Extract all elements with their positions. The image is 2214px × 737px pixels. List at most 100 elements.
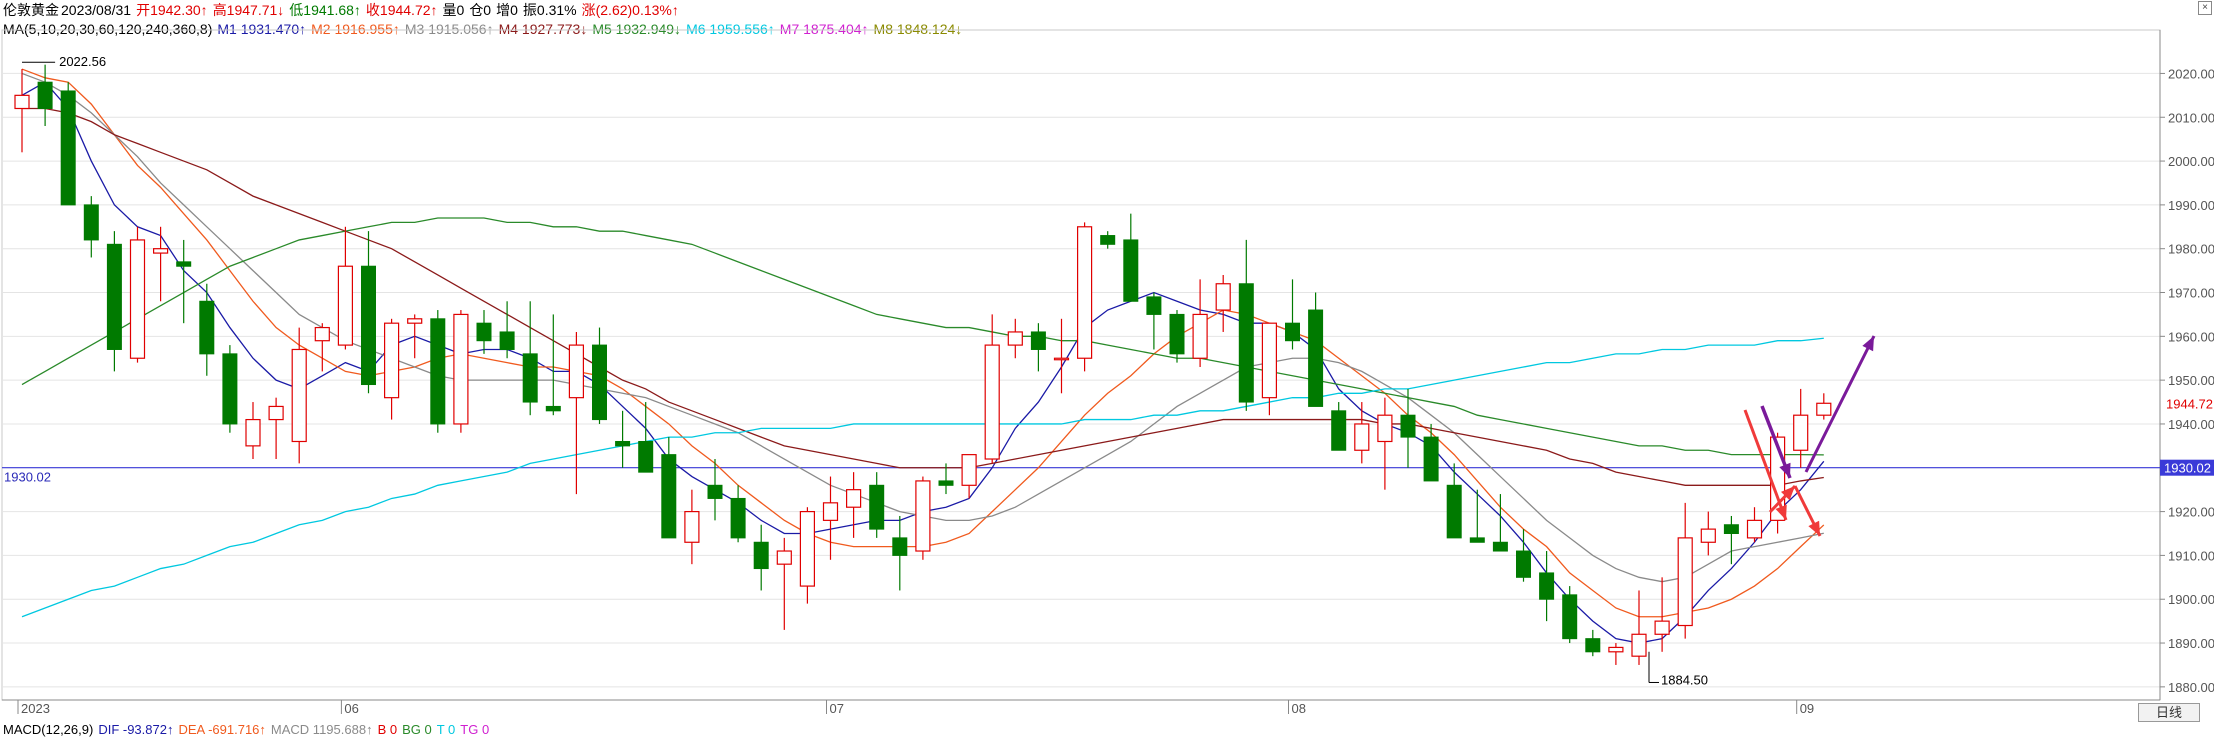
- y-tick-label-6: 1940.00: [2168, 417, 2214, 432]
- candle-body-62: [1446, 484, 1462, 539]
- candle-body-78: [1816, 402, 1832, 416]
- candle-body-45: [1053, 357, 1070, 361]
- candle-body-68: [1585, 638, 1601, 653]
- candle-body-71: [1654, 620, 1670, 635]
- candle-body-74: [1723, 524, 1739, 534]
- candle-body-43: [1007, 331, 1023, 346]
- candle-body-55: [1285, 322, 1300, 342]
- y-tick-label-0: 1880.00: [2168, 680, 2214, 695]
- x-tick-label-4: 09: [1800, 701, 1814, 716]
- candle-body-46: [1076, 226, 1093, 359]
- candle-body-56: [1308, 309, 1324, 407]
- candle-body-21: [499, 331, 515, 350]
- candle-body-67: [1562, 594, 1578, 640]
- candle-body-65: [1516, 550, 1531, 578]
- candle-body-60: [1400, 414, 1416, 438]
- candle-body-61: [1423, 436, 1439, 482]
- candle-body-8: [199, 300, 215, 355]
- x-tick-label-1: 06: [344, 701, 358, 716]
- candle-body-38: [892, 537, 908, 556]
- candle-body-4: [106, 243, 122, 350]
- candle-body-11: [268, 405, 284, 421]
- x-tick-label-3: 08: [1292, 701, 1306, 716]
- candle-body-7: [176, 261, 192, 267]
- last-price-label: 1944.72: [2166, 396, 2213, 411]
- candle-body-44: [1030, 331, 1046, 350]
- candle-body-27: [638, 440, 654, 473]
- y-tick-label-4: 1920.00: [2168, 505, 2214, 520]
- y-tick-label-12: 2000.00: [2168, 154, 2214, 169]
- y-tick-label-2: 1900.00: [2168, 592, 2214, 607]
- forecast-arrow-purple-up-shaft: [1804, 335, 1876, 473]
- candle-body-20: [476, 322, 492, 342]
- candle-body-73: [1700, 528, 1716, 543]
- y-tick-label-11: 1990.00: [2168, 198, 2214, 213]
- candle-body-41: [961, 454, 977, 486]
- candle-body-17: [407, 318, 423, 324]
- candle-body-52: [1215, 283, 1231, 311]
- candle-body-24: [568, 344, 585, 399]
- candle-body-3: [83, 204, 99, 241]
- candle-body-26: [615, 440, 631, 447]
- candle-body-6: [153, 248, 169, 254]
- candle-body-42: [984, 344, 1000, 460]
- candle-body-32: [753, 541, 769, 570]
- candle-body-40: [938, 480, 954, 486]
- y-tick-label-8: 1960.00: [2168, 329, 2214, 344]
- candle-body-12: [291, 348, 307, 443]
- candle-body-66: [1539, 572, 1555, 600]
- candle-body-31: [730, 497, 746, 539]
- candle-body-5: [129, 239, 146, 359]
- reference-line-label: 1930.02: [4, 470, 51, 485]
- candle-body-37: [869, 484, 885, 530]
- candle-body-34: [799, 510, 816, 587]
- y-tick-label-14: 2020.00: [2168, 66, 2214, 81]
- x-tick-label-0: 2023: [21, 701, 50, 716]
- candle-body-54: [1261, 322, 1278, 399]
- candle-body-51: [1192, 313, 1208, 359]
- candle-body-29: [684, 510, 700, 543]
- candle-body-13: [314, 326, 330, 342]
- candle-body-49: [1146, 296, 1162, 315]
- candle-body-2: [60, 90, 76, 206]
- candle-body-23: [545, 405, 561, 412]
- candle-body-75: [1746, 519, 1763, 539]
- candle-body-0: [14, 94, 30, 110]
- candle-body-47: [1100, 235, 1116, 245]
- candle-body-15: [361, 265, 376, 386]
- candle-body-16: [384, 322, 400, 399]
- y-tick-label-1: 1890.00: [2168, 636, 2214, 651]
- y-tick-label-7: 1950.00: [2168, 373, 2214, 388]
- candle-body-28: [661, 454, 677, 539]
- candle-body-22: [522, 353, 538, 403]
- candle-body-64: [1492, 541, 1508, 552]
- candle-body-18: [430, 318, 446, 425]
- candle-body-33: [776, 550, 792, 565]
- candle-body-63: [1469, 537, 1485, 543]
- max-label: 2022.56: [59, 54, 106, 69]
- x-tick-label-2: 07: [830, 701, 844, 716]
- reference-line-tag-label: 1930.02: [2164, 461, 2211, 476]
- y-tick-label-3: 1910.00: [2168, 548, 2214, 563]
- candle-body-57: [1331, 410, 1347, 451]
- candle-body-70: [1631, 633, 1647, 657]
- candle-body-10: [245, 418, 261, 447]
- candle-body-58: [1354, 423, 1370, 451]
- candle-body-1: [37, 81, 53, 109]
- candle-body-19: [453, 313, 469, 425]
- y-tick-label-10: 1980.00: [2168, 242, 2214, 257]
- y-tick-label-9: 1970.00: [2168, 286, 2214, 301]
- candle-body-69: [1608, 646, 1624, 653]
- candle-body-25: [592, 344, 607, 421]
- candle-body-14: [337, 265, 353, 346]
- candle-body-50: [1169, 313, 1185, 355]
- candle-body-39: [915, 480, 931, 552]
- y-tick-label-13: 2010.00: [2168, 110, 2214, 125]
- candle-body-30: [707, 484, 723, 499]
- period-tab-daily[interactable]: 日线: [2138, 703, 2200, 722]
- candle-body-77: [1793, 414, 1809, 451]
- min-label: 1884.50: [1661, 672, 1708, 687]
- candle-body-36: [845, 489, 862, 508]
- candle-body-53: [1238, 283, 1254, 403]
- price-chart[interactable]: 1880.00 1890.00 1900.00 1910.00 1920.00 1930.…: [0, 0, 2214, 735]
